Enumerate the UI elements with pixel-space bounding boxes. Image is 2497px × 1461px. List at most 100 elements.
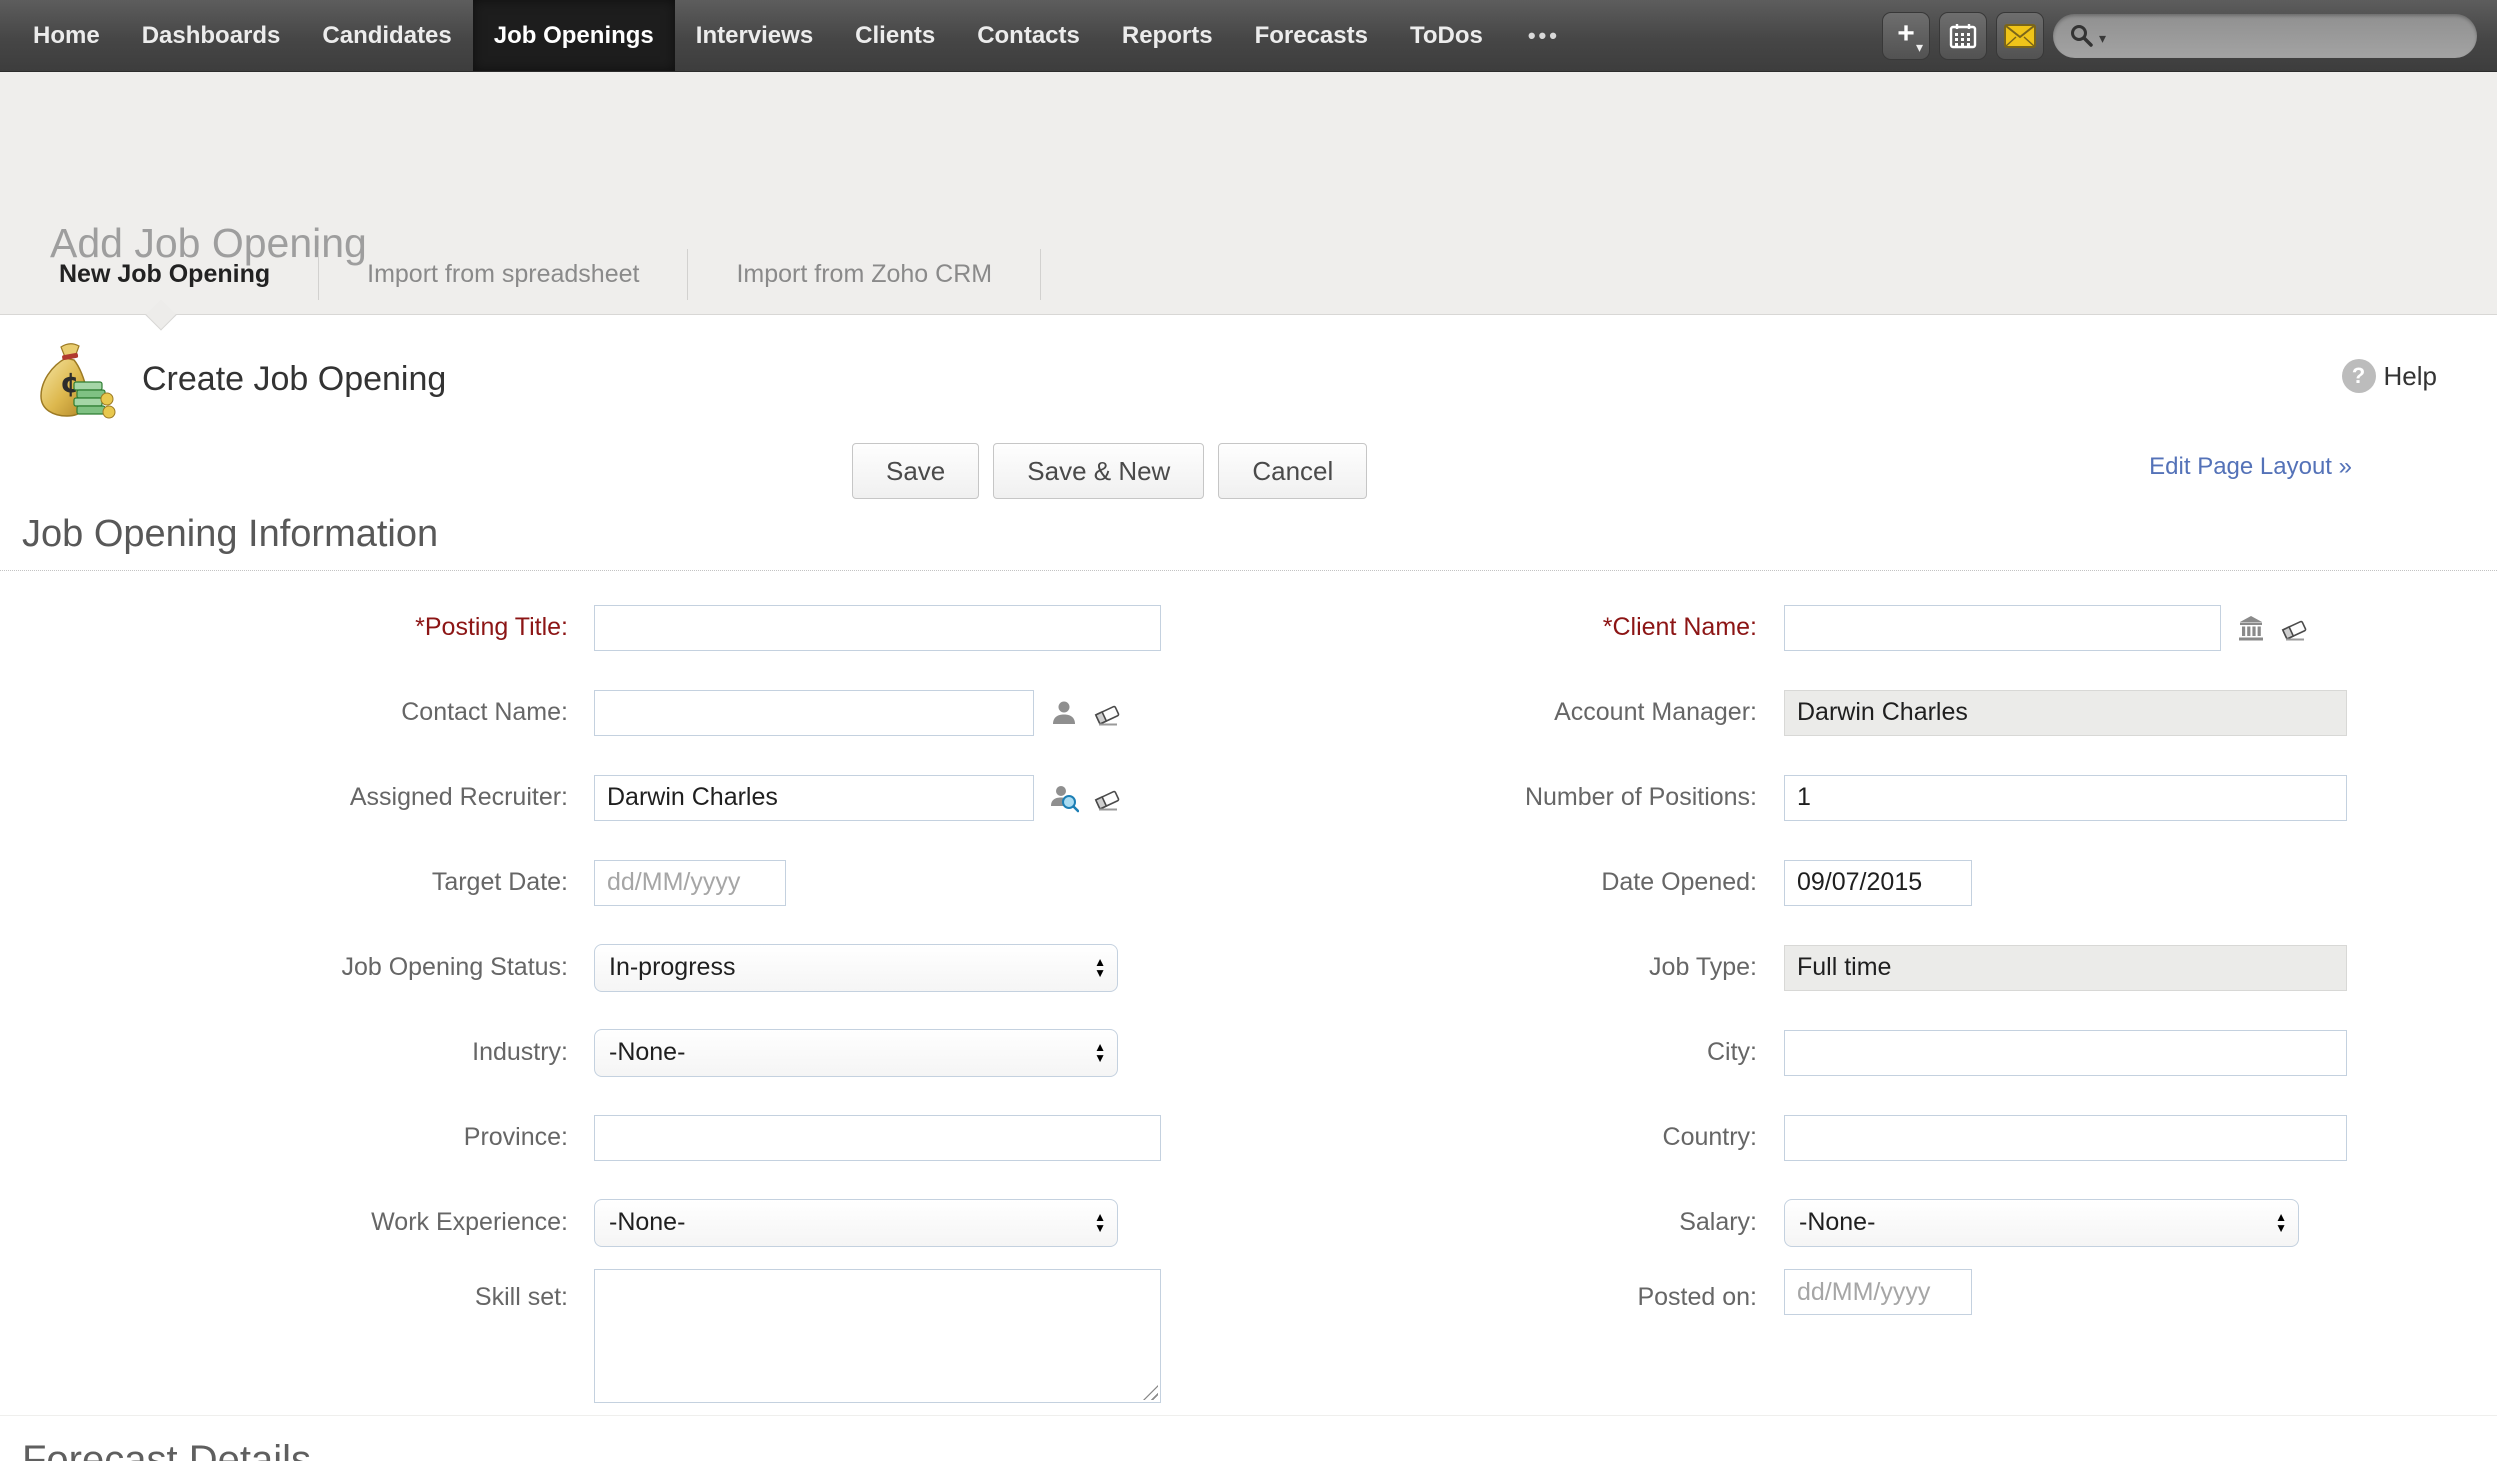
organization-icon[interactable] xyxy=(2236,613,2266,643)
province-label: Province: xyxy=(463,1123,568,1151)
envelope-icon xyxy=(2004,23,2036,48)
target-date-input[interactable] xyxy=(594,859,786,906)
global-search-box[interactable]: ▾ xyxy=(2053,13,2477,58)
record-header: ¢ Create Job Opening ? Help xyxy=(0,315,2497,443)
date-opened-label: Date Opened: xyxy=(1601,868,1757,896)
job-opening-form: *Posting Title: Contact Name: Assigned R… xyxy=(0,585,2497,1416)
posted-on-label: Posted on: xyxy=(1637,1283,1757,1311)
tab-import-from-spreadsheet[interactable]: Import from spreadsheet xyxy=(319,235,687,314)
industry-select[interactable]: -None- ▲ ▼ xyxy=(594,1028,1118,1077)
select-spinner-icon: ▲ ▼ xyxy=(2275,1209,2287,1235)
industry-value: -None- xyxy=(609,1038,686,1066)
calendar-button[interactable] xyxy=(1939,11,1987,60)
work-experience-value: -None- xyxy=(609,1208,686,1236)
main-content: ¢ Create Job Opening ? Help Save Save & … xyxy=(0,315,2497,1461)
job-opening-status-select[interactable]: In-progress ▲ ▼ xyxy=(594,943,1118,992)
save-button[interactable]: Save xyxy=(852,443,980,499)
plus-icon: + xyxy=(1897,16,1915,50)
caret-down-icon: ▾ xyxy=(1915,38,1923,55)
job-type-label: Job Type: xyxy=(1649,953,1757,981)
form-row: Country: xyxy=(1248,1095,2496,1180)
form-row: Date Opened: xyxy=(1248,840,2496,925)
nav-item-job-openings[interactable]: Job Openings xyxy=(472,0,675,71)
work-experience-select[interactable]: -None- ▲ ▼ xyxy=(594,1198,1118,1247)
help-link[interactable]: ? Help xyxy=(2341,359,2437,393)
edit-page-layout-link[interactable]: Edit Page Layout » xyxy=(2149,453,2352,481)
nav-item-clients[interactable]: Clients xyxy=(834,0,956,71)
nav-more-button[interactable]: ••• xyxy=(1504,0,1584,71)
province-input[interactable] xyxy=(594,1114,1161,1161)
country-input[interactable] xyxy=(1784,1114,2347,1161)
contact-name-input[interactable] xyxy=(594,689,1034,736)
select-spinner-icon: ▲ ▼ xyxy=(1094,1039,1106,1065)
city-input[interactable] xyxy=(1784,1029,2347,1076)
help-label: Help xyxy=(2383,360,2437,391)
form-row: Skill set: xyxy=(0,1265,1248,1415)
number-of-positions-label: Number of Positions: xyxy=(1524,783,1757,811)
person-lookup-icon[interactable] xyxy=(1049,783,1079,813)
mail-button[interactable] xyxy=(1996,11,2044,60)
tab-bar: New Job Opening Import from spreadsheet … xyxy=(0,235,2497,315)
form-row: Job Type: Full time xyxy=(1248,925,2496,1010)
skill-set-textarea[interactable] xyxy=(594,1269,1161,1403)
form-row: Account Manager: Darwin Charles xyxy=(1248,670,2496,755)
client-name-input[interactable] xyxy=(1784,604,2221,651)
caret-down-icon: ▾ xyxy=(2099,29,2107,46)
job-opening-status-value: In-progress xyxy=(609,953,736,981)
account-manager-field: Darwin Charles xyxy=(1784,689,2347,736)
app-window: Home Dashboards Candidates Job Openings … xyxy=(0,0,2497,1461)
salary-value: -None- xyxy=(1799,1208,1876,1236)
form-row: Target Date: xyxy=(0,840,1248,925)
quick-add-button[interactable]: + ▾ xyxy=(1882,11,1930,60)
cancel-button[interactable]: Cancel xyxy=(1218,443,1368,499)
form-row: Contact Name: xyxy=(0,670,1248,755)
posting-title-label: *Posting Title: xyxy=(415,613,568,641)
section-title-job-opening-information: Job Opening Information xyxy=(0,513,2497,571)
salary-select[interactable]: -None- ▲ ▼ xyxy=(1784,1198,2299,1247)
magnifier-icon xyxy=(2071,24,2093,47)
global-search-input[interactable] xyxy=(2110,15,2469,56)
money-bag-icon: ¢ xyxy=(40,343,116,419)
nav-item-reports[interactable]: Reports xyxy=(1101,0,1234,71)
target-date-label: Target Date: xyxy=(431,868,568,896)
nav-item-contacts[interactable]: Contacts xyxy=(956,0,1101,71)
save-and-new-button[interactable]: Save & New xyxy=(993,443,1205,499)
form-row: *Posting Title: xyxy=(0,585,1248,670)
form-row: City: xyxy=(1248,1010,2496,1095)
form-row: Job Opening Status: In-progress ▲ ▼ xyxy=(0,925,1248,1010)
nav-item-home[interactable]: Home xyxy=(12,0,121,71)
form-column-right: *Client Name: Account Manager: Darwin Ch… xyxy=(1248,585,2496,1415)
form-row: Posted on: xyxy=(1248,1265,2496,1415)
person-icon[interactable] xyxy=(1049,698,1079,728)
form-row: *Client Name: xyxy=(1248,585,2496,670)
form-row: Assigned Recruiter: xyxy=(0,755,1248,840)
client-name-label: *Client Name: xyxy=(1602,613,1757,641)
top-navigation-bar: Home Dashboards Candidates Job Openings … xyxy=(0,0,2497,72)
salary-label: Salary: xyxy=(1679,1208,1757,1236)
job-opening-status-label: Job Opening Status: xyxy=(341,953,568,981)
work-experience-label: Work Experience: xyxy=(371,1208,568,1236)
tab-import-from-zoho-crm[interactable]: Import from Zoho CRM xyxy=(688,235,1040,314)
form-row: Province: xyxy=(0,1095,1248,1180)
help-icon: ? xyxy=(2341,359,2376,393)
eraser-icon[interactable] xyxy=(1092,698,1122,728)
form-actions: Save Save & New Cancel Edit Page Layout … xyxy=(0,443,2497,503)
country-label: Country: xyxy=(1662,1123,1757,1151)
job-type-field: Full time xyxy=(1784,944,2347,991)
eraser-icon[interactable] xyxy=(1092,783,1122,813)
section-title-forecast-details: Forecast Details xyxy=(22,1438,311,1461)
eraser-icon[interactable] xyxy=(2279,613,2309,643)
nav-item-todos[interactable]: ToDos xyxy=(1389,0,1504,71)
nav-item-candidates[interactable]: Candidates xyxy=(301,0,472,71)
nav-item-forecasts[interactable]: Forecasts xyxy=(1234,0,1389,71)
nav-item-interviews[interactable]: Interviews xyxy=(675,0,834,71)
posting-title-input[interactable] xyxy=(594,604,1161,651)
page-header-zone: Add Job Opening New Job Opening Import f… xyxy=(0,72,2497,331)
date-opened-input[interactable] xyxy=(1784,859,1972,906)
assigned-recruiter-input[interactable] xyxy=(594,774,1034,821)
account-manager-label: Account Manager: xyxy=(1554,698,1757,726)
posted-on-input[interactable] xyxy=(1784,1269,1972,1315)
nav-item-dashboards[interactable]: Dashboards xyxy=(121,0,302,71)
number-of-positions-input[interactable] xyxy=(1784,774,2347,821)
skill-set-label: Skill set: xyxy=(474,1283,568,1311)
